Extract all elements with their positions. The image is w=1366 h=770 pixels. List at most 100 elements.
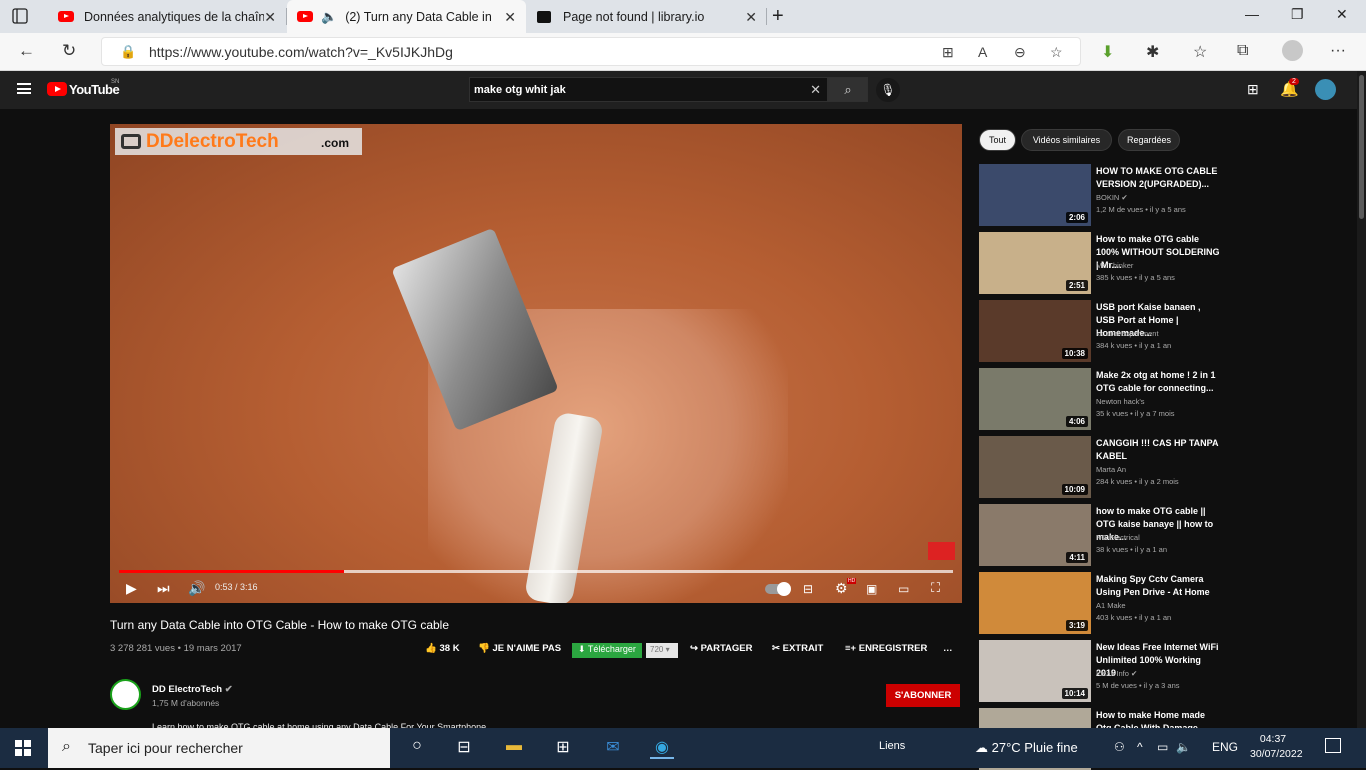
recommended-title[interactable]: CANGGIH !!! CAS HP TANPA KABEL	[1096, 437, 1221, 463]
volume-icon[interactable]: 🔊	[188, 580, 205, 597]
recommended-video[interactable]: 10:14 New Ideas Free Internet WiFi Unlimi…	[979, 640, 1219, 702]
recommended-video[interactable]: 2:51 How to make OTG cable 100% WITHOUT S…	[979, 232, 1220, 294]
recommended-channel[interactable]: A1 Make	[1096, 601, 1126, 610]
download-extension-icon[interactable]: ⬇	[1101, 42, 1114, 62]
chip-related[interactable]: Vidéos similaires	[1021, 129, 1112, 151]
profile-icon[interactable]	[1282, 40, 1303, 61]
recommended-title[interactable]: Making Spy Cctv Camera Using Pen Drive -…	[1096, 573, 1221, 599]
recommended-video[interactable]: 10:09 CANGGIH !!! CAS HP TANPA KABEL Marta…	[979, 436, 1219, 498]
close-window-icon[interactable]: ✕	[1336, 6, 1348, 23]
browser-tab-library[interactable]: Page not found | library.io ✕	[527, 0, 767, 33]
recommended-video[interactable]: 4:11 how to make OTG cable || OTG kaise b…	[979, 504, 1219, 566]
tab-actions-icon[interactable]	[12, 8, 28, 24]
recommended-channel[interactable]: NG Electrical	[1096, 533, 1140, 542]
task-view-icon[interactable]: ⊟	[452, 737, 476, 759]
close-tab-icon[interactable]: ✕	[504, 9, 516, 26]
new-tab-icon[interactable]: +	[772, 5, 784, 28]
chip-all[interactable]: Tout	[979, 129, 1016, 151]
taskbar-clock[interactable]: 04:37 30/07/2022	[1250, 732, 1303, 762]
subscribe-watermark-icon[interactable]	[928, 542, 955, 560]
more-menu-icon[interactable]: ···	[1330, 42, 1346, 60]
create-video-icon[interactable]: ⊞	[1247, 81, 1259, 98]
page-scrollbar[interactable]	[1357, 71, 1366, 728]
like-button[interactable]: 👍 38 K	[425, 643, 460, 654]
chip-watched[interactable]: Regardées	[1118, 129, 1180, 151]
share-button[interactable]: ↪ PARTAGER	[690, 643, 753, 654]
edge-icon[interactable]: ◉	[650, 737, 674, 759]
recommended-channel[interactable]: Mr. Thinker	[1096, 261, 1133, 270]
search-input[interactable]	[474, 81, 794, 99]
search-button[interactable]: ⌕	[828, 77, 868, 102]
address-bar[interactable]: 🔒 https://www.youtube.com/watch?v=_Kv5IJ…	[101, 37, 1081, 66]
video-thumbnail[interactable]: 10:09	[979, 436, 1091, 498]
restore-icon[interactable]: ❐	[1291, 6, 1304, 23]
close-tab-icon[interactable]: ✕	[264, 9, 276, 26]
network-icon[interactable]: ▭	[1157, 740, 1168, 754]
menu-icon[interactable]	[17, 83, 31, 94]
minimize-icon[interactable]: —	[1245, 6, 1259, 22]
action-center-icon[interactable]	[1325, 738, 1341, 753]
channel-name-text[interactable]: DD ElectroTech	[152, 684, 222, 695]
language-indicator[interactable]: ENG	[1212, 740, 1238, 754]
recommended-channel[interactable]: kk cool experiment	[1096, 329, 1159, 338]
people-icon[interactable]: ⚇	[1114, 740, 1125, 754]
settings-icon[interactable]: ⚙	[835, 580, 848, 597]
recommended-channel[interactable]: BOKIN ✔	[1096, 193, 1128, 202]
store-icon[interactable]: ⊞	[551, 737, 575, 759]
taskbar-search[interactable]: ⌕ Taper ici pour rechercher	[48, 728, 390, 768]
search-box[interactable]: ✕	[469, 77, 828, 102]
close-tab-icon[interactable]: ✕	[745, 9, 757, 26]
browser-tab-video[interactable]: 🔈 (2) Turn any Data Cable into OTG Cable…	[287, 0, 526, 33]
next-icon[interactable]: ⏭	[157, 580, 170, 597]
read-aloud-icon[interactable]: A	[978, 44, 987, 60]
channel-avatar[interactable]	[110, 679, 141, 710]
video-thumbnail[interactable]: 10:38	[979, 300, 1091, 362]
video-thumbnail[interactable]: 2:51	[979, 232, 1091, 294]
recommended-channel[interactable]: Marta An	[1096, 465, 1126, 474]
youtube-logo-icon[interactable]	[47, 82, 67, 96]
favorite-add-icon[interactable]: ☆	[1050, 44, 1063, 61]
clip-button[interactable]: ✂ EXTRAIT	[772, 643, 823, 654]
download-button[interactable]: ⬇ Télécharger	[572, 643, 642, 658]
back-icon[interactable]: ←	[18, 41, 35, 61]
extensions-icon[interactable]: ✱	[1146, 42, 1159, 62]
fullscreen-icon[interactable]: ⛶	[931, 580, 940, 596]
dislike-button[interactable]: 👎 JE N'AIME PAS	[478, 643, 561, 654]
collections-icon[interactable]: ⧉	[1237, 42, 1248, 60]
video-thumbnail[interactable]: 4:11	[979, 504, 1091, 566]
more-actions-button[interactable]: …	[943, 643, 953, 654]
refresh-icon[interactable]: ↻	[62, 41, 76, 61]
clear-search-icon[interactable]: ✕	[810, 82, 821, 98]
links-toolbar[interactable]: Liens	[879, 740, 905, 752]
account-avatar[interactable]	[1315, 79, 1336, 100]
video-thumbnail[interactable]: 2:06	[979, 164, 1091, 226]
video-player[interactable]: DDelectroTech .com ▶ ⏭ 🔊 0:53 / 3:16 ⊟ ⚙…	[110, 124, 962, 603]
windows-start-icon[interactable]	[15, 740, 31, 756]
tray-overflow-icon[interactable]: ^	[1137, 740, 1143, 754]
theater-mode-icon[interactable]: ▭	[898, 582, 909, 596]
url-text[interactable]: https://www.youtube.com/watch?v=_Kv5IJKJ…	[149, 44, 453, 60]
speaker-icon[interactable]: 🔈	[321, 9, 337, 25]
recommended-video[interactable]: 10:38 USB port Kaise banaen , USB Port at…	[979, 300, 1219, 362]
recommended-channel[interactable]: Ideas Info ✔	[1096, 669, 1137, 678]
voice-search-icon[interactable]: 🎙	[876, 78, 900, 102]
progress-bar[interactable]	[119, 570, 953, 573]
video-thumbnail[interactable]: 4:06	[979, 368, 1091, 430]
save-button[interactable]: ≡+ ENREGISTRER	[845, 643, 927, 654]
favorites-icon[interactable]: ☆	[1193, 42, 1207, 62]
recommended-video[interactable]: 3:19 Making Spy Cctv Camera Using Pen Dri…	[979, 572, 1219, 634]
recommended-channel[interactable]: Newton hack's	[1096, 397, 1145, 406]
volume-icon[interactable]: 🔈	[1176, 740, 1191, 754]
subscribe-button[interactable]: S'ABONNER	[886, 684, 960, 707]
cortana-icon[interactable]: ○	[405, 737, 429, 759]
channel-name[interactable]: DD ElectroTech ✔	[152, 684, 233, 695]
play-icon[interactable]: ▶	[126, 580, 137, 597]
download-quality-select[interactable]: 720 ▾	[646, 643, 678, 658]
subtitles-icon[interactable]: ⊟	[803, 582, 813, 596]
browser-tab-analytics[interactable]: Données analytiques de la chaîne ✕	[48, 0, 286, 33]
apps-icon[interactable]: ⊞	[942, 44, 954, 61]
recommended-video[interactable]: 4:06 Make 2x otg at home ! 2 in 1 OTG cab…	[979, 368, 1219, 430]
mail-icon[interactable]: ✉	[601, 737, 625, 759]
file-explorer-icon[interactable]: ▬	[502, 737, 526, 759]
video-thumbnail[interactable]: 10:14	[979, 640, 1091, 702]
